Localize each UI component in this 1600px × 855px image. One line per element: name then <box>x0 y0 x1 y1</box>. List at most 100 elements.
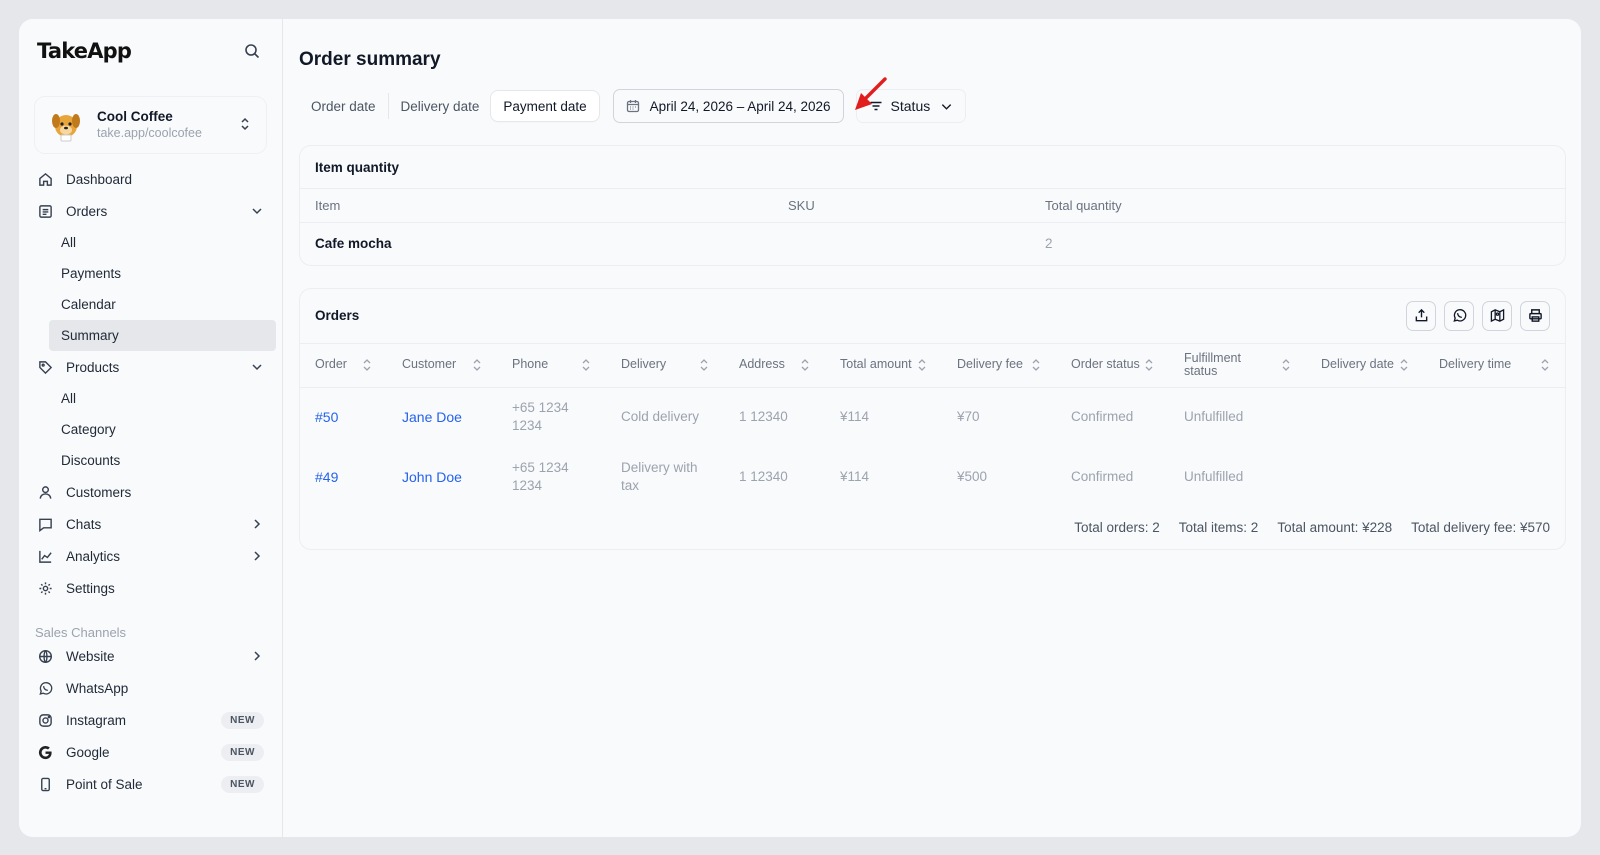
sort-icon[interactable] <box>800 359 810 371</box>
cell-delivery: Delivery with tax <box>621 460 698 493</box>
cell-fee: ¥70 <box>957 409 980 425</box>
orders-icon <box>37 203 53 219</box>
column-address[interactable]: Address <box>724 342 825 388</box>
search-icon[interactable] <box>240 39 264 63</box>
sort-icon[interactable] <box>1144 359 1154 371</box>
sidebar: TakeApp Cool Coffee take.app/coolcofee D… <box>19 19 283 837</box>
nav-instagram[interactable]: Instagram NEW <box>19 704 282 736</box>
nav-analytics[interactable]: Analytics <box>19 540 282 572</box>
nav-point-of-sale[interactable]: Point of Sale NEW <box>19 768 282 800</box>
store-switcher[interactable]: Cool Coffee take.app/coolcofee <box>35 97 266 153</box>
item-sku <box>773 223 1030 265</box>
order-link[interactable]: #50 <box>300 387 387 447</box>
filter-bar: Order date Delivery date Payment date Ap… <box>299 89 1566 123</box>
cell-fee: ¥500 <box>957 469 988 484</box>
cell-total: ¥114 <box>840 469 870 484</box>
order-link[interactable]: #49 <box>300 447 387 507</box>
chevron-down-icon <box>940 100 953 113</box>
new-badge: NEW <box>221 743 264 761</box>
nav-products-discounts[interactable]: Discounts <box>49 445 276 476</box>
table-header-row: Order Customer Phone Delivery Address Total a… <box>300 342 1565 388</box>
date-range-picker[interactable]: April 24, 2026 – April 24, 2026 <box>612 89 844 123</box>
nav-orders-payments[interactable]: Payments <box>49 258 276 289</box>
export-upload-icon[interactable] <box>1406 300 1436 331</box>
map-icon[interactable] <box>1482 300 1512 331</box>
nav-orders-calendar[interactable]: Calendar <box>49 289 276 320</box>
column-delivery-date[interactable]: Delivery date <box>1306 342 1424 388</box>
nav-orders-summary[interactable]: Summary <box>49 320 276 351</box>
item-name: Cafe mocha <box>315 236 392 252</box>
whatsapp-share-icon[interactable] <box>1444 300 1474 331</box>
nav-products[interactable]: Products <box>19 351 282 383</box>
nav-orders[interactable]: Orders <box>19 195 282 227</box>
sort-icon[interactable] <box>1281 359 1291 371</box>
customer-link[interactable]: John Doe <box>387 447 497 507</box>
customer-link[interactable]: Jane Doe <box>387 387 497 447</box>
tab-order-date[interactable]: Order date <box>299 93 388 119</box>
sort-icon[interactable] <box>699 359 709 371</box>
nav-chats[interactable]: Chats <box>19 508 282 540</box>
column-delivery[interactable]: Delivery <box>606 342 724 388</box>
column-fulfillment-status[interactable]: Fulfillment status <box>1169 342 1306 388</box>
nav-orders-all[interactable]: All <box>49 227 276 258</box>
column-label: Fulfillment status <box>1184 350 1241 378</box>
nav-whatsapp[interactable]: WhatsApp <box>19 672 282 704</box>
chevron-right-icon <box>250 549 264 563</box>
print-icon[interactable] <box>1520 300 1550 331</box>
total-delivery-fee: Total delivery fee: ¥570 <box>1411 519 1550 535</box>
cell-phone: +65 1234 1234 <box>512 400 569 434</box>
nav-google[interactable]: Google NEW <box>19 736 282 768</box>
cell-status: Confirmed <box>1071 469 1134 484</box>
nav-website[interactable]: Website <box>19 640 282 672</box>
sort-icon[interactable] <box>581 359 591 371</box>
total-items: Total items: 2 <box>1178 519 1259 535</box>
page-title: Order summary <box>299 49 441 70</box>
sort-icon[interactable] <box>472 359 482 371</box>
tag-icon <box>37 359 53 375</box>
orders-title: Orders <box>315 308 360 323</box>
google-icon <box>37 744 53 760</box>
sort-icon[interactable] <box>917 359 927 371</box>
instagram-icon <box>37 712 53 728</box>
phone-device-icon <box>37 776 53 792</box>
sales-channels-heading: Sales Channels <box>35 625 127 640</box>
column-total-amount[interactable]: Total amount <box>825 342 942 388</box>
column-label: Order status <box>1071 357 1140 372</box>
column-delivery-fee[interactable]: Delivery fee <box>942 342 1056 388</box>
column-delivery-time[interactable]: Delivery time <box>1424 342 1565 388</box>
column-phone[interactable]: Phone <box>497 342 606 388</box>
column-order-status[interactable]: Order status <box>1056 342 1169 388</box>
column-label: Total amount <box>840 357 912 372</box>
total-amount: Total amount: ¥228 <box>1277 519 1393 535</box>
brand-row: TakeApp <box>19 19 282 83</box>
nav-products-label: Products <box>66 359 120 375</box>
column-order[interactable]: Order <box>300 342 387 388</box>
nav-dashboard[interactable]: Dashboard <box>19 163 282 195</box>
nav-customers[interactable]: Customers <box>19 476 282 508</box>
chart-line-icon <box>37 548 53 564</box>
orders-table: Order Customer Phone Delivery Address Total a… <box>300 342 1565 508</box>
store-url: take.app/coolcofee <box>97 126 202 140</box>
tab-delivery-date[interactable]: Delivery date <box>387 93 492 119</box>
main-content: Order summary Order date Delivery date P… <box>283 19 1581 837</box>
nav-products-category[interactable]: Category <box>49 414 276 445</box>
column-sku: SKU <box>773 188 1030 223</box>
nav-whatsapp-label: WhatsApp <box>66 680 129 696</box>
nav-settings[interactable]: Settings <box>19 572 282 604</box>
sort-icon[interactable] <box>1399 359 1409 371</box>
item-qty: 2 <box>1045 236 1053 252</box>
table-row[interactable]: #49 John Doe +65 1234 1234 Delivery with ta… <box>300 447 1565 507</box>
tab-payment-date[interactable]: Payment date <box>491 91 599 121</box>
table-row[interactable]: #50 Jane Doe +65 1234 1234 Cold delivery 1 1… <box>300 387 1565 447</box>
sort-icon[interactable] <box>1031 359 1041 371</box>
sort-icon[interactable] <box>362 359 372 371</box>
sort-icon[interactable] <box>1540 359 1550 371</box>
new-badge: NEW <box>221 711 264 729</box>
column-customer[interactable]: Customer <box>387 342 497 388</box>
main-nav: Dashboard Orders All Payments Calendar S… <box>19 163 282 800</box>
home-icon <box>37 171 53 187</box>
cell-address: 1 12340 <box>739 469 788 484</box>
nav-products-all[interactable]: All <box>49 383 276 414</box>
app-window: TakeApp Cool Coffee take.app/coolcofee D… <box>19 19 1581 837</box>
cell-dtime <box>1424 387 1565 447</box>
